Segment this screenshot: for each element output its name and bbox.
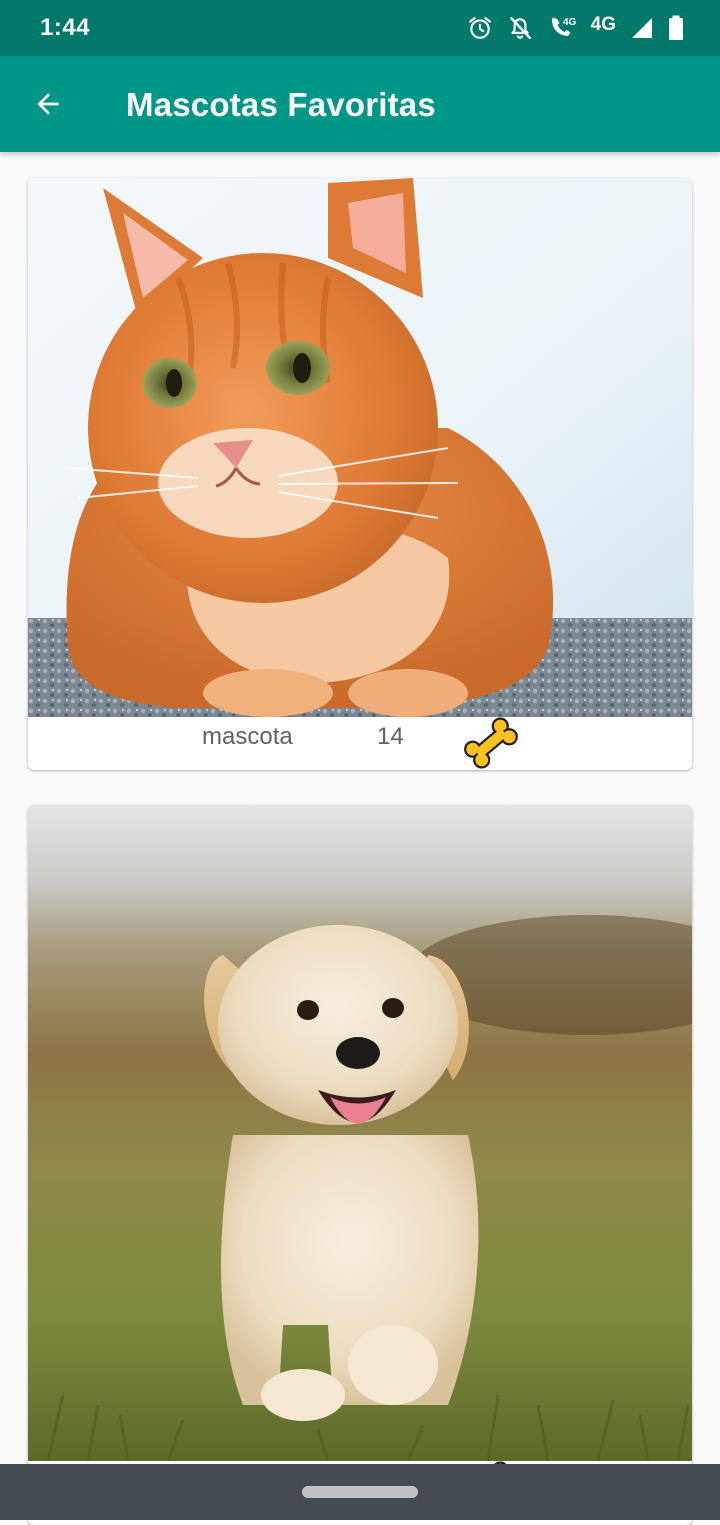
app-bar: Mascotas Favoritas: [0, 56, 720, 152]
notifications-off-icon: [509, 17, 531, 39]
volte-call-icon: 4G: [551, 17, 577, 36]
network-type-label: 4G: [590, 13, 616, 35]
pet-card[interactable]: mascota 14: [28, 178, 692, 770]
back-button[interactable]: [22, 78, 74, 130]
pet-card[interactable]: [28, 805, 692, 1525]
golden-puppy-photo: [28, 805, 692, 1461]
pet-info-row: mascota 14: [28, 717, 692, 770]
pet-rating-count: 14: [377, 723, 404, 750]
status-icons: 4G 4G: [467, 12, 684, 44]
signal-icon: [632, 18, 652, 38]
orange-cat-photo: [28, 178, 692, 717]
system-navigation-bar: [0, 1464, 720, 1520]
status-time: 1:44: [40, 14, 91, 41]
bone-icon: [464, 717, 518, 769]
status-bar: 1:44 4G 4G: [0, 0, 720, 56]
arrow-back-icon: [37, 93, 59, 115]
battery-icon: [669, 15, 683, 40]
svg-text:4G: 4G: [563, 17, 577, 28]
pet-name: mascota: [202, 723, 293, 750]
bone-like-button[interactable]: [461, 715, 521, 770]
page-title: Mascotas Favoritas: [126, 86, 436, 123]
alarm-icon: [468, 17, 491, 39]
home-gesture-pill[interactable]: [302, 1486, 418, 1498]
